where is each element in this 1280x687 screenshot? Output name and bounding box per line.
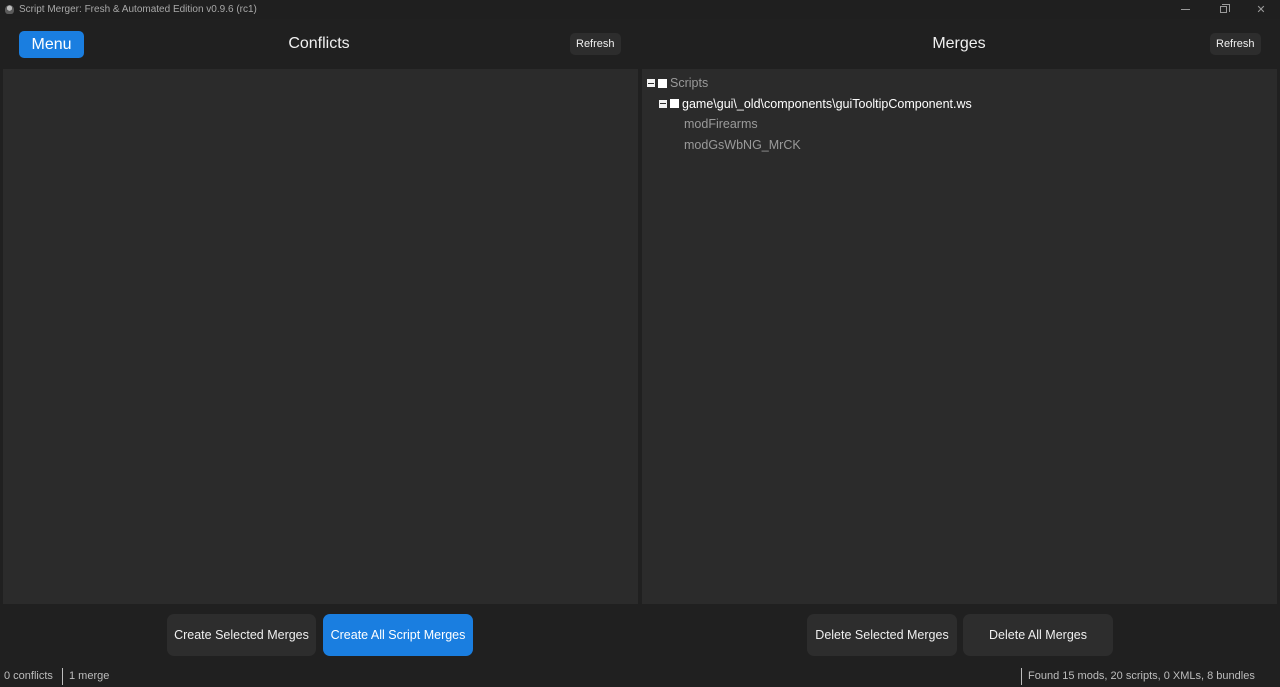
- restore-icon: [1219, 4, 1230, 13]
- delete-all-merges-button[interactable]: Delete All Merges: [963, 614, 1113, 656]
- conflicts-title: Conflicts: [288, 35, 350, 52]
- tree-label-file: game\gui\_old\components\guiTooltipCompo…: [682, 96, 972, 111]
- close-icon: ✕: [1256, 4, 1266, 16]
- merges-panel[interactable]: Scripts game\gui\_old\components\guiTool…: [642, 69, 1277, 604]
- minimize-button[interactable]: [1166, 0, 1204, 19]
- menu-button[interactable]: Menu: [19, 31, 84, 58]
- status-divider: [62, 668, 63, 685]
- close-button[interactable]: ✕: [1242, 0, 1280, 19]
- tree-label-mod: modFirearms: [684, 117, 758, 132]
- restore-button[interactable]: [1204, 0, 1242, 19]
- merges-tree: Scripts game\gui\_old\components\guiTool…: [647, 73, 972, 155]
- tree-node-scripts[interactable]: Scripts: [647, 73, 972, 94]
- collapse-icon[interactable]: [659, 99, 667, 108]
- window-controls: ✕: [1166, 0, 1280, 19]
- merges-title: Merges: [932, 35, 986, 52]
- title-bar: Script Merger: Fresh & Automated Edition…: [0, 0, 1280, 19]
- app-icon: [5, 5, 14, 14]
- conflicts-refresh-button[interactable]: Refresh: [570, 33, 621, 55]
- tree-node-mod[interactable]: modFirearms: [647, 114, 972, 135]
- merges-refresh-button[interactable]: Refresh: [1210, 33, 1261, 55]
- tree-checkbox[interactable]: [658, 78, 667, 88]
- minimize-icon: [1180, 9, 1190, 10]
- merges-count: 1 merge: [69, 670, 110, 682]
- collapse-icon[interactable]: [647, 79, 655, 88]
- create-all-script-merges-button[interactable]: Create All Script Merges: [323, 614, 473, 656]
- conflicts-panel[interactable]: [3, 69, 638, 604]
- window-title: Script Merger: Fresh & Automated Edition…: [19, 4, 257, 15]
- status-divider: [1021, 668, 1022, 685]
- tree-node-file[interactable]: game\gui\_old\components\guiTooltipCompo…: [647, 94, 972, 115]
- tree-checkbox[interactable]: [670, 99, 679, 109]
- tree-label-scripts: Scripts: [670, 76, 709, 91]
- delete-selected-merges-button[interactable]: Delete Selected Merges: [807, 614, 957, 656]
- status-bar: 0 conflicts 1 merge Found 15 mods, 20 sc…: [0, 667, 1280, 687]
- header: Menu Conflicts Refresh Merges Refresh: [0, 19, 1280, 68]
- tree-label-mod: modGsWbNG_MrCK: [684, 137, 801, 152]
- tree-node-mod[interactable]: modGsWbNG_MrCK: [647, 135, 972, 156]
- conflicts-count: 0 conflicts: [4, 670, 53, 682]
- create-selected-merges-button[interactable]: Create Selected Merges: [167, 614, 316, 656]
- scan-summary: Found 15 mods, 20 scripts, 0 XMLs, 8 bun…: [1028, 670, 1255, 682]
